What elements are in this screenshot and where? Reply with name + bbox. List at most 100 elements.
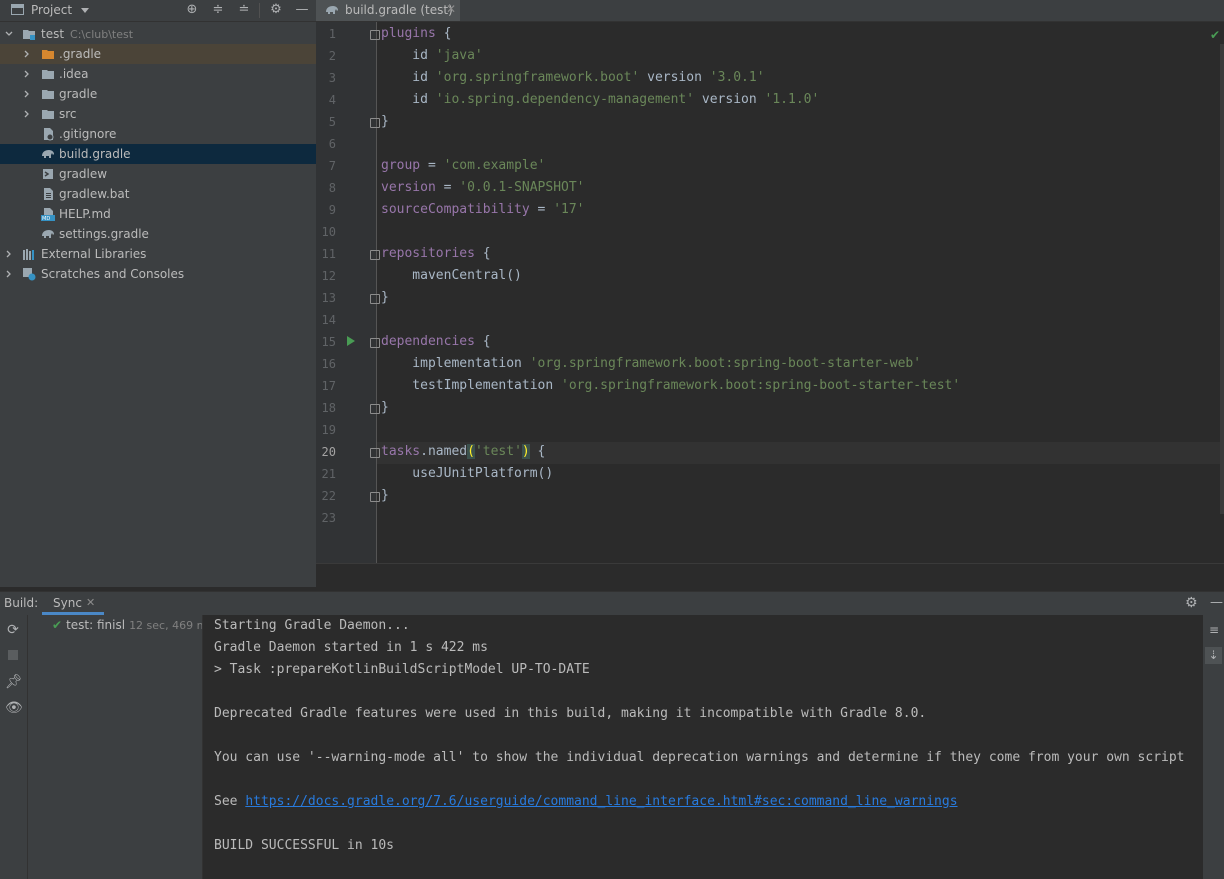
line-number: 17	[321, 379, 336, 393]
code-line: }	[381, 114, 389, 129]
project-header: Project ⊕ ≑ ≐ ⚙ —	[0, 0, 316, 22]
build-tool-window: ⟳ 📌︎ 👁︎ ✔test: finisl12 sec, 469 ms Star…	[0, 615, 1224, 879]
tree-root[interactable]: test C:\club\test	[0, 24, 316, 44]
project-view-icon[interactable]	[11, 4, 24, 15]
line-number: 1	[328, 27, 336, 41]
fold-marker-icon[interactable]	[370, 492, 380, 502]
close-icon[interactable]: ✕	[446, 2, 456, 16]
code-editor[interactable]: 1 2 3 4 5 6 7 8 9 10 11 12 13 14 15 16 1…	[316, 22, 1224, 588]
tree-item-settings-gradle[interactable]: settings.gradle	[0, 224, 316, 244]
expand-all-icon[interactable]: ≑	[211, 3, 225, 17]
fold-marker-icon[interactable]	[370, 30, 380, 40]
inspection-ok-icon[interactable]: ✔	[1210, 28, 1220, 42]
gear-icon[interactable]: ⚙	[269, 3, 283, 17]
editor-breadcrumb-bar	[316, 563, 1224, 588]
tab-build-gradle[interactable]: build.gradle (test) ✕	[316, 0, 460, 21]
soft-wrap-icon[interactable]: ≡	[1209, 623, 1219, 637]
line-number: 13	[321, 291, 336, 305]
chevron-right-icon[interactable]	[23, 90, 31, 98]
line-number: 16	[321, 357, 336, 371]
docs-link[interactable]: https://docs.gradle.org/7.6/userguide/co…	[245, 794, 957, 809]
build-node-time: 12 sec, 469 ms	[129, 619, 202, 632]
libraries-icon	[23, 249, 34, 260]
markdown-file-icon: MD	[41, 208, 55, 221]
code-line: }	[381, 400, 389, 415]
tree-item-gradle-dir[interactable]: .gradle	[0, 44, 316, 64]
tab-label: Sync	[53, 596, 82, 610]
gradle-elephant-icon	[42, 150, 54, 158]
console-line: See https://docs.gradle.org/7.6/userguid…	[214, 791, 958, 813]
chevron-down-icon[interactable]	[5, 30, 13, 38]
tree-item-help-md[interactable]: MD HELP.md	[0, 204, 316, 224]
tree-item-build-gradle[interactable]: build.gradle	[0, 144, 316, 164]
tab-sync[interactable]: Sync ✕	[42, 592, 104, 615]
folder-icon	[42, 90, 54, 99]
tree-item-src[interactable]: src	[0, 104, 316, 124]
console-line: > Task :prepareKotlinBuildScriptModel UP…	[214, 662, 590, 677]
tree-item-gradlew[interactable]: gradlew	[0, 164, 316, 184]
success-check-icon: ✔	[52, 618, 63, 632]
chevron-right-icon[interactable]	[23, 50, 31, 58]
fold-marker-icon[interactable]	[370, 294, 380, 304]
tab-label: build.gradle (test)	[345, 3, 453, 17]
editor-gutter: 1 2 3 4 5 6 7 8 9 10 11 12 13 14 15 16 1…	[316, 22, 380, 563]
editor-scrollbar[interactable]	[1220, 44, 1224, 514]
locate-icon[interactable]: ⊕	[185, 3, 199, 17]
build-tree: ✔test: finisl12 sec, 469 ms	[28, 615, 203, 879]
project-title[interactable]: Project	[31, 3, 72, 17]
line-number: 7	[328, 159, 336, 173]
eye-icon[interactable]: 👁︎	[5, 700, 23, 716]
scroll-to-end-icon[interactable]: ⇣	[1205, 647, 1222, 664]
tree-item-gradle[interactable]: gradle	[0, 84, 316, 104]
refresh-icon[interactable]: ⟳	[5, 622, 21, 638]
fold-marker-icon[interactable]	[370, 118, 380, 128]
code-line: id 'java'	[381, 48, 483, 63]
tree-item-external-libraries[interactable]: External Libraries	[0, 244, 316, 264]
script-file-icon	[43, 169, 53, 179]
console-line: Deprecated Gradle features were used in …	[214, 706, 927, 721]
tree-item-label: .gradle	[59, 47, 102, 61]
tree-item-label: gradle	[59, 87, 98, 101]
console-line: Starting Gradle Daemon...	[214, 618, 410, 633]
tree-item-idea[interactable]: .idea	[0, 64, 316, 84]
chevron-right-icon[interactable]	[5, 250, 13, 258]
chevron-right-icon[interactable]	[23, 70, 31, 78]
tree-item-scratches[interactable]: Scratches and Consoles	[0, 264, 316, 284]
build-console[interactable]: Starting Gradle Daemon... Gradle Daemon …	[203, 615, 1203, 879]
fold-marker-icon[interactable]	[370, 404, 380, 414]
run-gutter-icon[interactable]	[347, 336, 355, 346]
project-root-path: C:\club\test	[70, 28, 134, 41]
code-line: tasks.named('test') {	[381, 444, 546, 459]
line-number: 23	[321, 511, 336, 525]
pin-icon[interactable]: 📌︎	[5, 674, 23, 690]
line-number: 18	[321, 401, 336, 415]
minimize-icon[interactable]: —	[1210, 595, 1223, 610]
gear-icon[interactable]: ⚙	[1185, 595, 1198, 611]
code-line: dependencies {	[381, 334, 491, 349]
build-toolbar: ⟳ 📌︎ 👁︎	[0, 615, 28, 879]
chevron-down-icon[interactable]	[81, 8, 89, 13]
chevron-right-icon[interactable]	[5, 270, 13, 278]
build-tree-node[interactable]: ✔test: finisl12 sec, 469 ms	[52, 618, 202, 632]
code-line: id 'org.springframework.boot' version '3…	[381, 70, 765, 85]
fold-marker-icon[interactable]	[370, 448, 380, 458]
stop-icon[interactable]	[5, 648, 21, 664]
collapse-all-icon[interactable]: ≐	[237, 3, 251, 17]
build-label: Build:	[4, 596, 39, 610]
gitignore-file-icon	[44, 128, 54, 141]
close-icon[interactable]: ✕	[86, 596, 95, 609]
fold-marker-icon[interactable]	[370, 338, 380, 348]
fold-marker-icon[interactable]	[370, 250, 380, 260]
tree-item-gitignore[interactable]: .gitignore	[0, 124, 316, 144]
tree-item-label: HELP.md	[59, 207, 111, 221]
tree-item-label: gradlew	[59, 167, 108, 181]
gradle-elephant-icon	[326, 6, 338, 14]
minimize-icon[interactable]: —	[295, 3, 309, 17]
project-pane: Project ⊕ ≑ ≐ ⚙ — test C:\club\test .grad…	[0, 0, 316, 587]
folder-icon	[42, 110, 54, 119]
line-number: 11	[321, 247, 336, 261]
chevron-right-icon[interactable]	[23, 110, 31, 118]
line-number: 20	[321, 445, 336, 459]
tree-item-gradlew-bat[interactable]: gradlew.bat	[0, 184, 316, 204]
code-line: repositories {	[381, 246, 491, 261]
